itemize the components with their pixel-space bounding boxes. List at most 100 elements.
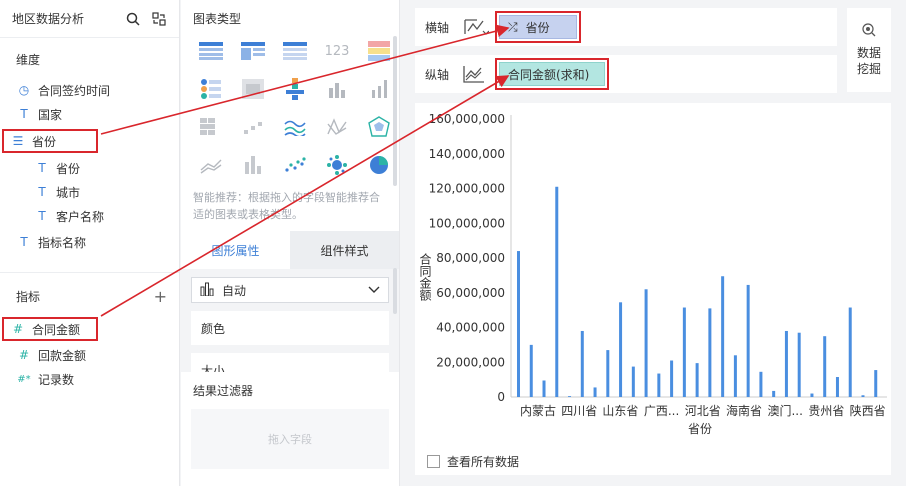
x-axis-row: 横轴 ⤮ 省份: [415, 8, 837, 46]
data-mining-button[interactable]: 数据 挖掘: [847, 8, 891, 92]
y-tick-label: 80,000,000: [436, 251, 505, 265]
bar: [695, 363, 699, 397]
scrollbar[interactable]: [393, 36, 397, 186]
x-tick-label: 四川省: [561, 404, 597, 418]
x-axis-type-icon[interactable]: [463, 17, 493, 37]
x-tick-label: 河北省: [685, 404, 721, 418]
property-area: 自动 颜色 大小: [181, 269, 399, 372]
image-chart-icon[interactable]: [233, 71, 273, 107]
bar: [784, 330, 788, 397]
bar: [759, 371, 763, 397]
y-axis-title: 合同金额: [418, 252, 432, 302]
color-property[interactable]: 颜色: [191, 311, 389, 345]
property-tabs: 图形属性 组件样式: [181, 231, 399, 269]
chart-subtype-value: 自动: [222, 283, 247, 298]
tab-graphic-properties[interactable]: 图形属性: [181, 231, 290, 269]
column-chart-icon[interactable]: [317, 71, 357, 107]
bar: [810, 393, 814, 397]
switch-dataset-icon[interactable]: [151, 11, 167, 27]
x-tick-label: 广西...: [644, 404, 679, 418]
bar: [733, 355, 737, 397]
stacked-chart-icon[interactable]: [275, 71, 315, 107]
bar: [682, 307, 686, 397]
field-panel: 地区数据分析 维度 ◷ 合同签约时间 T 国家 ☰ 省份 T 省份 T 城市 T 客户名称 …: [0, 0, 180, 486]
y-axis-row: 纵轴 合同金额(求和): [415, 55, 837, 93]
y-tick-label: 160,000,000: [429, 112, 505, 126]
scatter-chart-icon[interactable]: [275, 147, 315, 183]
bar: [542, 380, 546, 397]
dimension-city[interactable]: T 城市: [0, 180, 179, 204]
chart-config-panel: 图表类型 123 智能推荐：根据拖入的字段智能推荐合适的图表或表格类型。 图形属…: [181, 0, 400, 486]
bar: [555, 186, 559, 397]
y-tick-label: 40,000,000: [436, 321, 505, 335]
x-tick-label: 山东省: [602, 404, 638, 418]
hierarchy-icon: ☰: [12, 134, 24, 148]
tab-component-style[interactable]: 组件样式: [290, 231, 399, 269]
y-axis-type-icon[interactable]: [463, 65, 493, 83]
filter-drop-zone[interactable]: 拖入字段: [191, 409, 389, 469]
column-chart-icon: [200, 282, 214, 299]
x-tick-label: 贵州省: [808, 404, 844, 418]
y-axis-field-pill[interactable]: 合同金额(求和): [495, 58, 609, 90]
dimension-section-title: 维度: [16, 52, 41, 67]
y-tick-label: 20,000,000: [436, 355, 505, 369]
metric-payment-amount[interactable]: # 回款金额: [0, 343, 179, 367]
radar-line-icon[interactable]: [317, 109, 357, 145]
bar: [874, 370, 878, 397]
metric-record-count[interactable]: #* 记录数: [0, 367, 179, 391]
line-chart-icon[interactable]: [275, 109, 315, 145]
dimension-contract-time[interactable]: ◷ 合同签约时间: [0, 78, 179, 102]
bar: [861, 395, 865, 397]
data-mining-icon: [862, 23, 876, 41]
metric-contract-amount[interactable]: # 合同金额: [2, 317, 98, 341]
table-chart-icon[interactable]: [191, 33, 231, 69]
result-filter-title: 结果过滤器: [181, 372, 399, 409]
x-tick-label: 海南省: [726, 403, 762, 418]
add-metric-icon[interactable]: +: [154, 287, 167, 306]
y-tick-label: 100,000,000: [429, 216, 505, 230]
chart-subtype-select[interactable]: 自动: [191, 277, 389, 303]
chart-type-title: 图表类型: [193, 12, 242, 26]
chart-card: 0 20,000,000 40,000,000 60,000,000 80,000,00…: [415, 103, 891, 475]
dimension-metric-name[interactable]: T 指标名称: [0, 230, 179, 254]
y-tick-label: 120,000,000: [429, 182, 505, 196]
bar: [797, 332, 801, 397]
size-property[interactable]: 大小: [191, 353, 389, 372]
area-chart-icon[interactable]: [191, 147, 231, 183]
grouped-table-icon[interactable]: [233, 33, 273, 69]
number-icon: #: [12, 322, 24, 336]
bar: [708, 308, 712, 397]
view-all-checkbox[interactable]: [427, 455, 440, 468]
bar-chart[interactable]: 0 20,000,000 40,000,000 60,000,000 80,000,00…: [415, 103, 891, 443]
dimension-customer[interactable]: T 客户名称: [0, 204, 179, 228]
text-type-icon: T: [38, 161, 46, 175]
cross-table-icon[interactable]: [275, 33, 315, 69]
bar: [644, 289, 648, 397]
list-chart-icon[interactable]: [191, 71, 231, 107]
x-tick-label: 内蒙古: [520, 403, 556, 418]
shuffle-icon: ⤮: [508, 19, 518, 34]
number-icon: #: [18, 348, 30, 362]
chart-type-grid: 123: [181, 33, 399, 183]
x-axis-field-pill[interactable]: ⤮ 省份: [495, 11, 581, 43]
bar: [580, 330, 584, 397]
dataset-header: 地区数据分析: [0, 0, 179, 38]
dot-matrix-icon[interactable]: [191, 109, 231, 145]
dimension-province-hierarchy[interactable]: ☰ 省份: [2, 129, 98, 153]
view-all-data-row[interactable]: 查看所有数据: [427, 453, 519, 470]
waterfall-icon[interactable]: [233, 147, 273, 183]
y-tick-label: 60,000,000: [436, 286, 505, 300]
divider: [0, 272, 179, 273]
scrollbar[interactable]: [393, 268, 397, 314]
bar: [848, 307, 852, 397]
bar: [606, 350, 610, 397]
text-type-icon: T: [20, 107, 28, 121]
dimension-country[interactable]: T 国家: [0, 102, 179, 126]
bubble-chart-icon[interactable]: [317, 147, 357, 183]
scatter-mini-icon[interactable]: [233, 109, 273, 145]
search-icon[interactable]: [125, 11, 141, 27]
dimension-province[interactable]: T 省份: [0, 156, 179, 180]
y-axis-label: 纵轴: [425, 67, 450, 82]
kpi-number-icon[interactable]: 123: [317, 33, 357, 69]
bar: [746, 284, 750, 397]
